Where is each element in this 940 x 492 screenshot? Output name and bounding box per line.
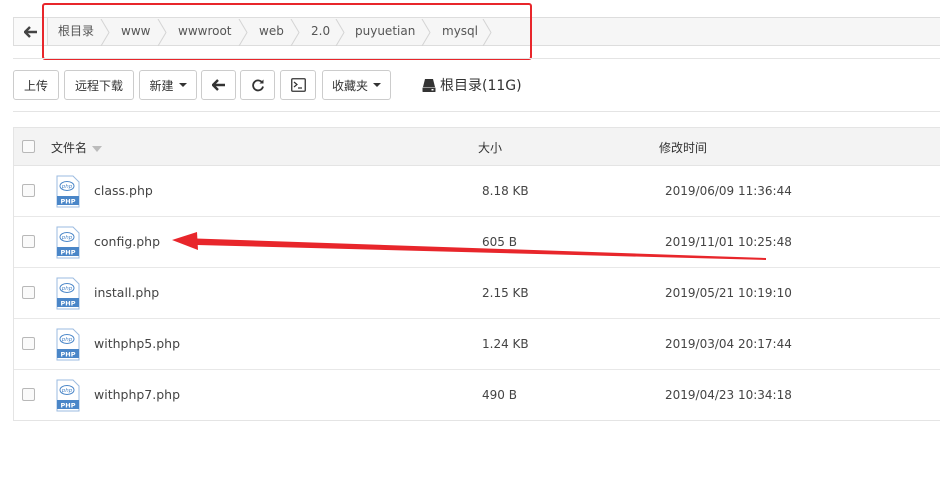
annotation-arrow <box>172 232 766 260</box>
